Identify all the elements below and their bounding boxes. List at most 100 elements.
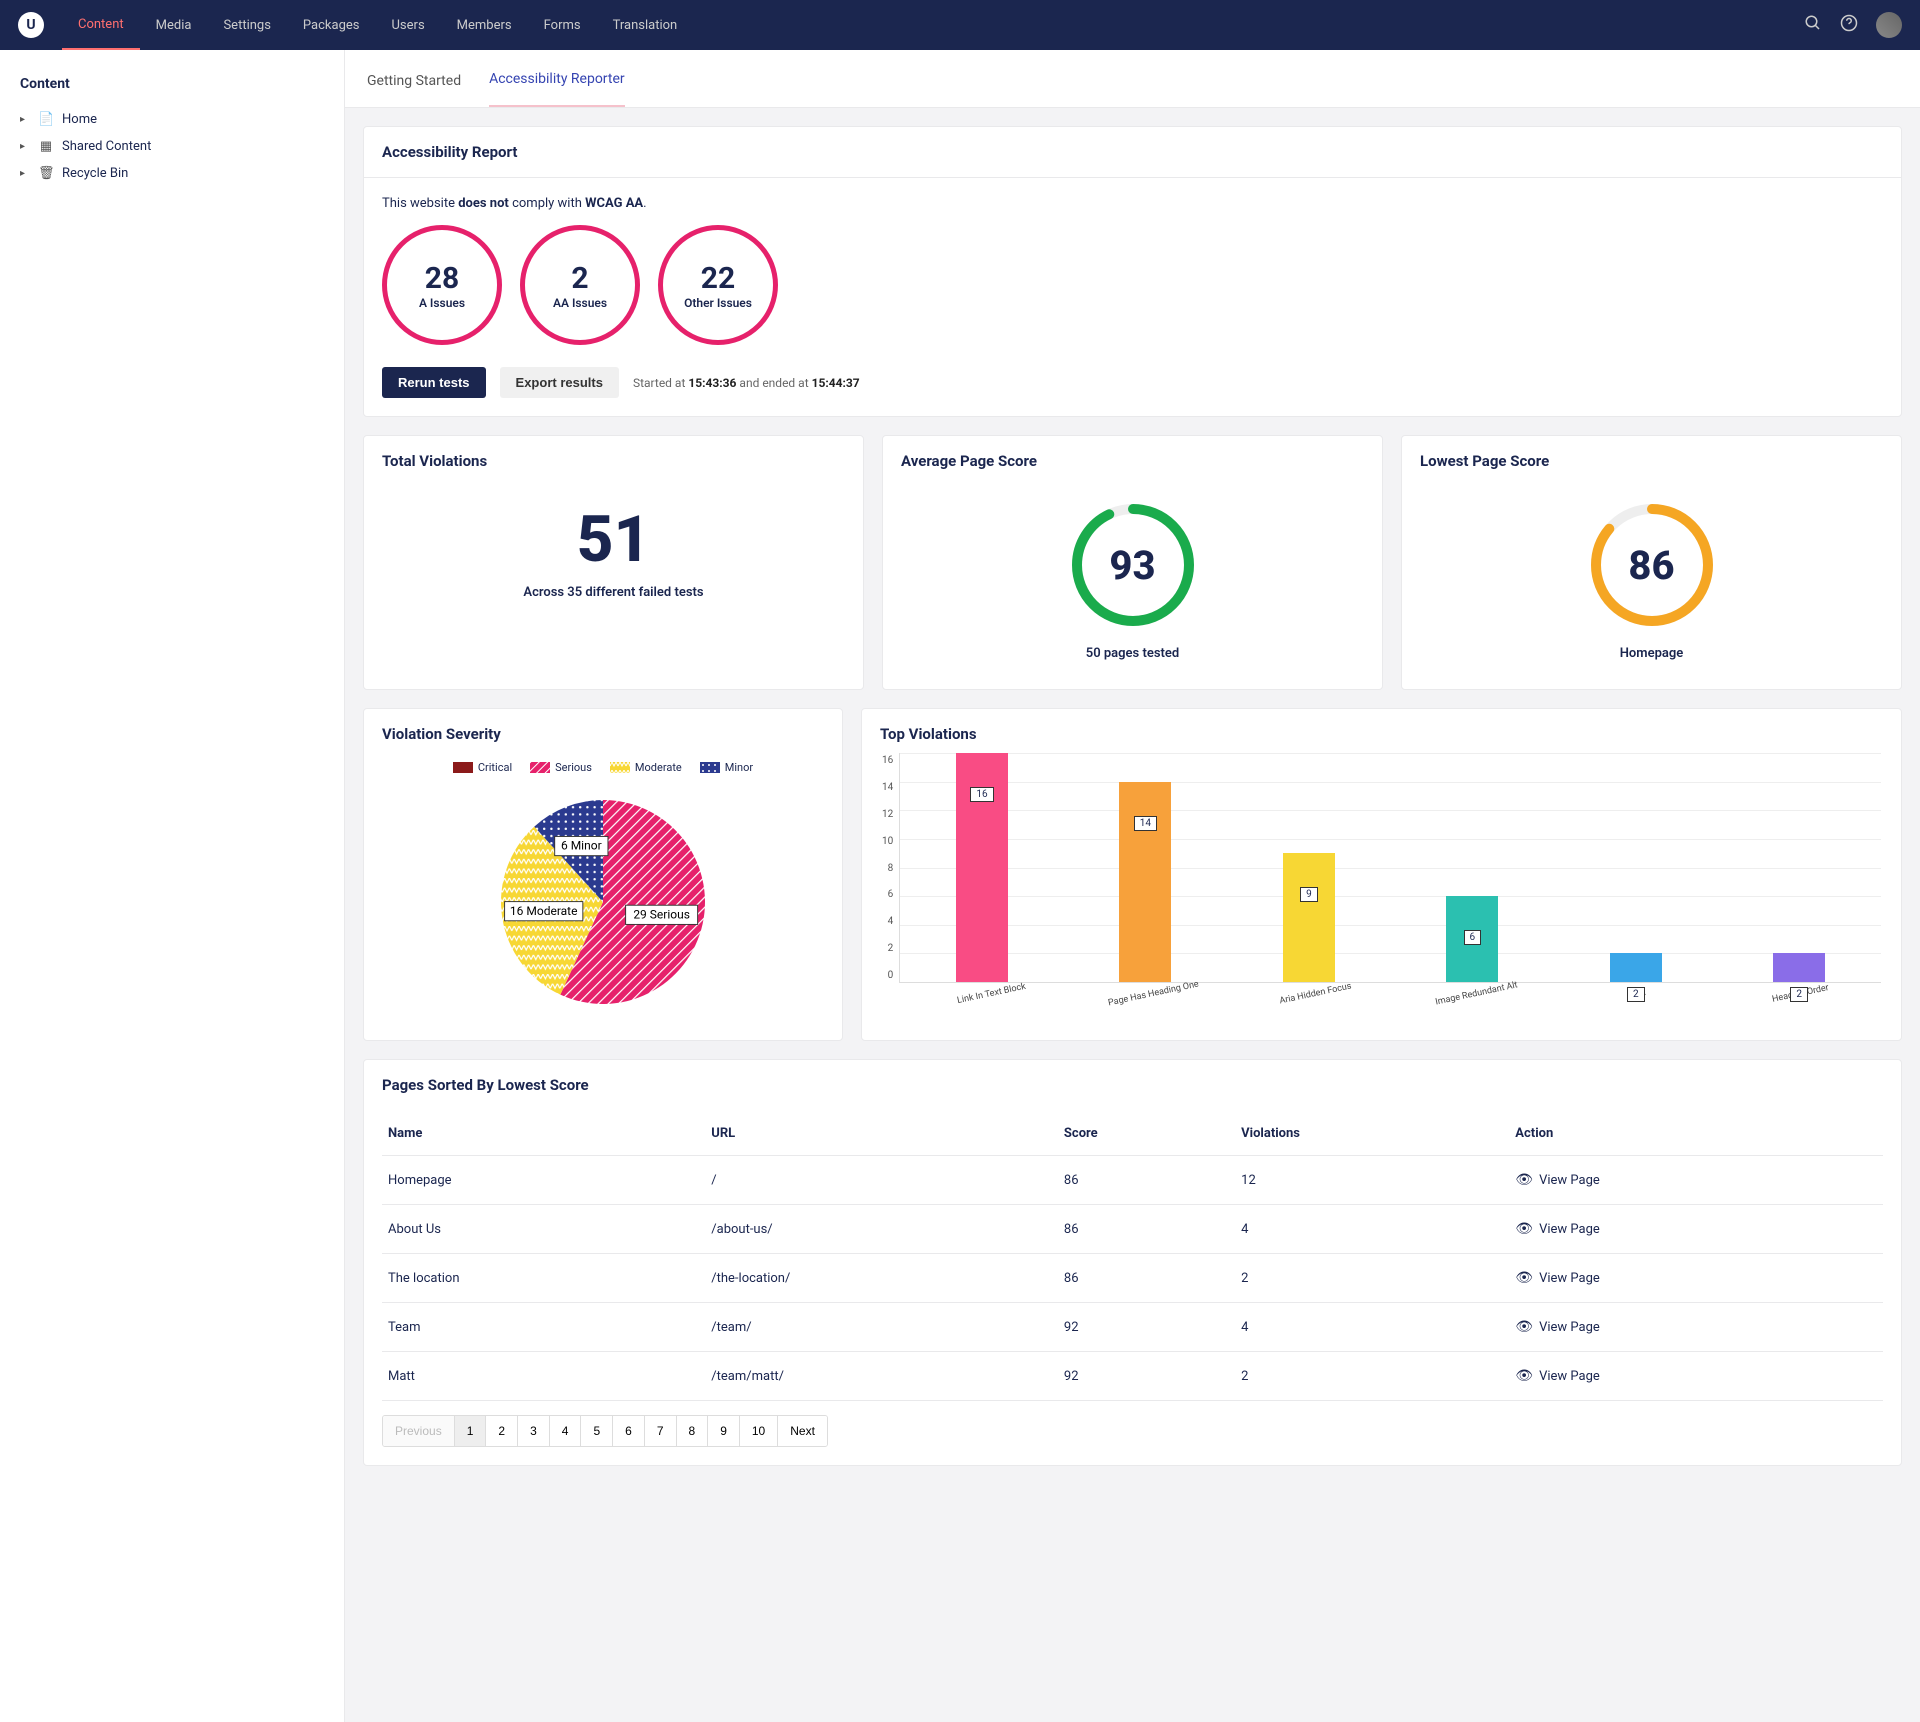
nav-media[interactable]: Media (140, 0, 208, 50)
tree-label: Home (62, 112, 97, 127)
svg-text:16 Moderate: 16 Moderate (510, 904, 578, 918)
top-violations-title: Top Violations (862, 709, 1901, 743)
issue-circle-a-issues: 28A Issues (382, 225, 502, 345)
bar: 14 (1119, 782, 1171, 982)
table-row: Team/team/924👁View Page (382, 1303, 1883, 1352)
total-violations-sub: Across 35 different failed tests (523, 585, 703, 600)
page-7[interactable]: 7 (645, 1416, 677, 1446)
bar-value: 2 (1790, 987, 1808, 1002)
bar-col: 14 (1115, 753, 1175, 982)
lowest-score-value: 86 (1587, 500, 1717, 630)
table-row: Homepage/8612👁View Page (382, 1156, 1883, 1205)
cell-score: 86 (1058, 1156, 1235, 1205)
bar-value: 16 (970, 787, 993, 802)
timing-text: Started at 15:43:36 and ended at 15:44:3… (633, 376, 860, 390)
timing-ended-label: and ended at (736, 376, 811, 390)
avg-score-title: Average Page Score (883, 436, 1382, 470)
cell-violations: 4 (1235, 1205, 1509, 1254)
severity-pie: 29 Serious16 Moderate6 Minor (483, 782, 723, 1022)
issue-count: 22 (701, 261, 735, 296)
total-violations-card: Total Violations 51 Across 35 different … (363, 435, 864, 690)
y-tick: 8 (882, 863, 893, 874)
issue-circle-other-issues: 22Other Issues (658, 225, 778, 345)
pages-card: Pages Sorted By Lowest Score NameURLScor… (363, 1059, 1902, 1466)
page-next[interactable]: Next (778, 1416, 827, 1446)
file-icon: 📄 (38, 112, 54, 127)
compliance-pre: This website (382, 196, 458, 211)
cell-score: 92 (1058, 1352, 1235, 1401)
legend-critical: Critical (453, 761, 512, 774)
user-avatar[interactable] (1876, 12, 1902, 38)
legend-minor: Minor (700, 761, 753, 774)
bar-value: 14 (1134, 816, 1157, 831)
bar-col: 2 (1606, 753, 1666, 982)
main: Getting Started Accessibility Reporter Ac… (345, 50, 1920, 1722)
legend-moderate: Moderate (610, 761, 682, 774)
bar: 9 (1283, 853, 1335, 982)
page-5[interactable]: 5 (581, 1416, 613, 1446)
cell-violations: 2 (1235, 1254, 1509, 1303)
help-icon[interactable] (1840, 14, 1858, 36)
tab-accessibility-reporter[interactable]: Accessibility Reporter (489, 53, 625, 107)
view-page-link[interactable]: 👁 View Page (1515, 1368, 1877, 1384)
cell-name: Matt (382, 1352, 705, 1401)
report-card: Accessibility Report This website does n… (363, 126, 1902, 417)
sidebar-title: Content (10, 68, 334, 106)
page-6[interactable]: 6 (613, 1416, 645, 1446)
report-title: Accessibility Report (364, 127, 1901, 178)
pages-title: Pages Sorted By Lowest Score (364, 1060, 1901, 1094)
view-page-link[interactable]: 👁View Page (1515, 1319, 1877, 1335)
page-8[interactable]: 8 (677, 1416, 709, 1446)
nav-translation[interactable]: Translation (597, 0, 694, 50)
nav-settings[interactable]: Settings (207, 0, 286, 50)
y-tick: 10 (882, 836, 893, 847)
tree-item-home[interactable]: ▸ 📄 Home (10, 106, 334, 133)
view-page-link[interactable]: 👁View Page (1515, 1270, 1877, 1286)
cell-score: 92 (1058, 1303, 1235, 1352)
pagination: Previous12345678910Next (382, 1415, 828, 1447)
nav-users[interactable]: Users (376, 0, 441, 50)
tree-item-recycle-bin[interactable]: ▸🗑Recycle Bin (10, 160, 334, 187)
pages-table: NameURLScoreViolationsAction Homepage/86… (382, 1112, 1883, 1401)
page-4[interactable]: 4 (550, 1416, 582, 1446)
page-10[interactable]: 10 (740, 1416, 778, 1446)
view-page-link[interactable]: 👁View Page (1515, 1172, 1877, 1188)
compliance-mid: comply with (509, 196, 585, 211)
nav-content[interactable]: Content (62, 0, 140, 50)
eye-icon: 👁 (1515, 1221, 1533, 1237)
cell-violations: 4 (1235, 1303, 1509, 1352)
bar: 2 (1773, 953, 1825, 982)
nav-forms[interactable]: Forms (528, 0, 597, 50)
export-button[interactable]: Export results (500, 367, 619, 398)
search-icon[interactable] (1804, 14, 1822, 36)
logo[interactable]: U (18, 12, 44, 38)
page-2[interactable]: 2 (486, 1416, 518, 1446)
issue-count: 2 (571, 261, 588, 296)
view-page-label: View Page (1539, 1320, 1600, 1335)
caret-icon: ▸ (20, 114, 30, 125)
tab-getting-started[interactable]: Getting Started (367, 55, 461, 107)
total-violations-title: Total Violations (364, 436, 863, 470)
view-page-label: View Page (1539, 1369, 1600, 1384)
severity-card: Violation Severity CriticalSeriousModera… (363, 708, 843, 1041)
table-row: About Us/about-us/864👁View Page (382, 1205, 1883, 1254)
page-1[interactable]: 1 (455, 1416, 487, 1446)
eye-icon: 👁 (1515, 1368, 1533, 1384)
nav-packages[interactable]: Packages (287, 0, 376, 50)
top-nav: U ContentMediaSettingsPackagesUsersMembe… (0, 0, 1920, 50)
y-tick: 0 (882, 970, 893, 981)
view-page-label: View Page (1539, 1173, 1600, 1188)
view-page-link[interactable]: 👁 View Page (1515, 1221, 1877, 1237)
y-tick: 14 (882, 782, 893, 793)
tree-item-shared-content[interactable]: ▸▦Shared Content (10, 133, 334, 160)
cell-url: / (705, 1156, 1058, 1205)
nav-members[interactable]: Members (441, 0, 528, 50)
page-previous: Previous (383, 1416, 455, 1446)
lowest-score-card: Lowest Page Score 86 Homepage (1401, 435, 1902, 690)
rerun-button[interactable]: Rerun tests (382, 367, 486, 398)
view-page-label: View Page (1539, 1222, 1600, 1237)
col-action: Action (1509, 1112, 1883, 1156)
page-9[interactable]: 9 (708, 1416, 740, 1446)
page-3[interactable]: 3 (518, 1416, 550, 1446)
tree-label: Shared Content (62, 139, 151, 154)
